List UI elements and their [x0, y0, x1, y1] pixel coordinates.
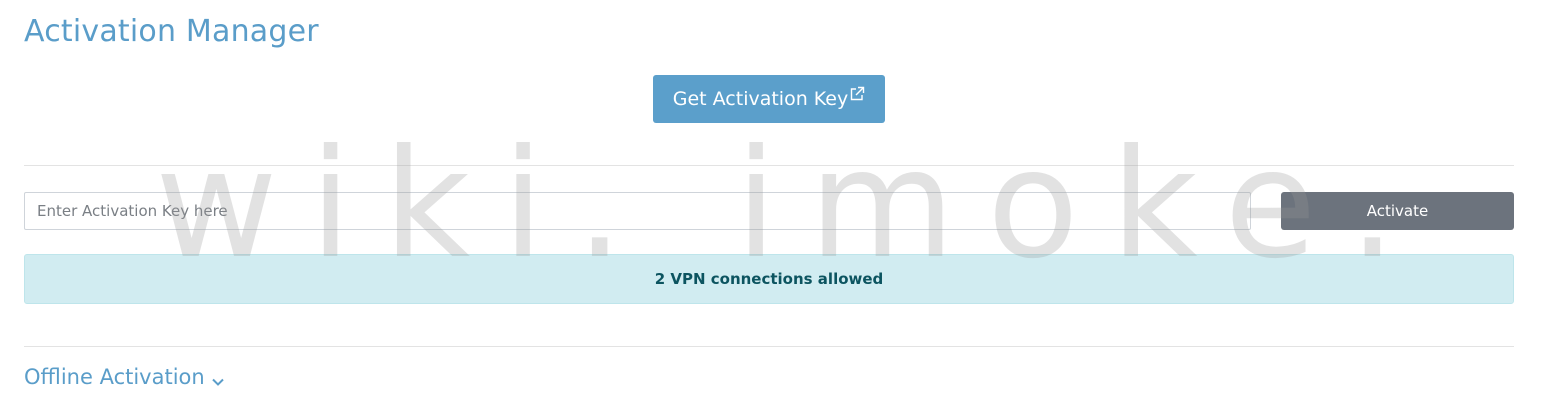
- vpn-connections-alert: 2 VPN connections allowed: [24, 254, 1514, 304]
- chevron-down-icon: [211, 370, 225, 386]
- offline-activation-label: Offline Activation: [24, 365, 205, 389]
- vpn-connections-message: 2 VPN connections allowed: [654, 270, 884, 288]
- get-activation-key-label: Get Activation Key: [672, 88, 849, 110]
- activate-button[interactable]: Activate: [1281, 192, 1514, 230]
- section-divider: [24, 346, 1514, 347]
- activation-manager-page: Activation Manager Get Activation Key Ac…: [0, 0, 1548, 407]
- activation-key-input[interactable]: [24, 192, 1251, 230]
- offline-activation-toggle[interactable]: Offline Activation: [24, 362, 225, 392]
- external-link-icon: [849, 85, 865, 101]
- section-divider: [24, 165, 1514, 166]
- page-title: Activation Manager: [24, 14, 319, 49]
- get-activation-key-button[interactable]: Get Activation Key: [653, 75, 885, 123]
